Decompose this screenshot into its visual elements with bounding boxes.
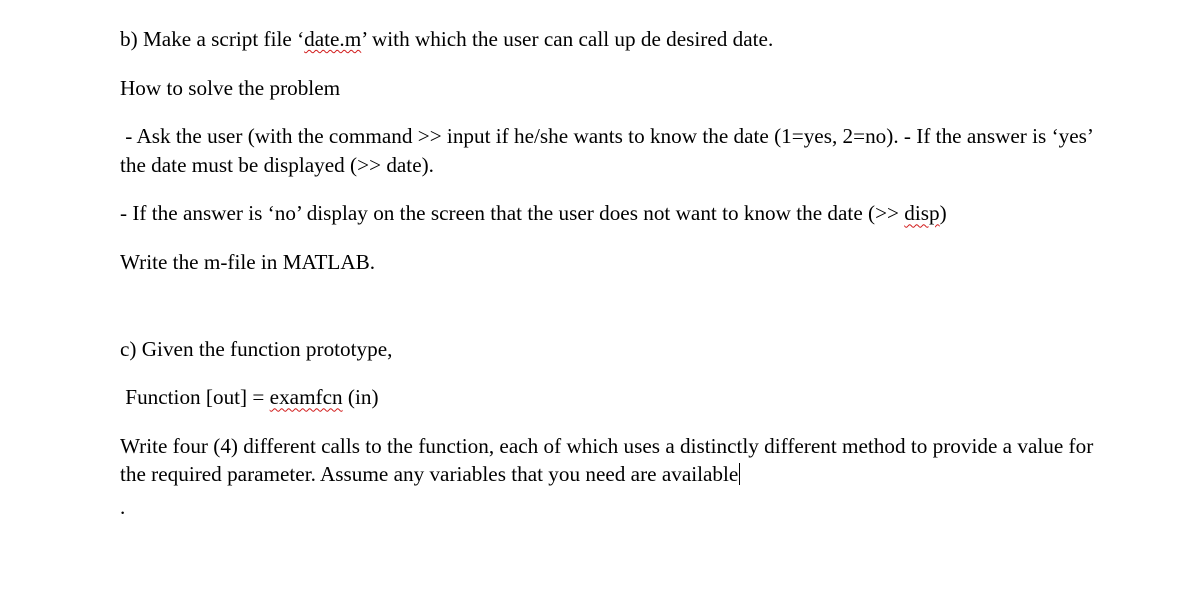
text: How to solve the problem [120,76,340,100]
paragraph-c-task: Write four (4) different calls to the fu… [120,432,1095,489]
paragraph-b-howto: How to solve the problem [120,74,1095,103]
text: - If the answer is ‘no’ display on the s… [120,201,904,225]
paragraph-b-step2: - If the answer is ‘no’ display on the s… [120,199,1095,228]
text: Write four (4) different calls to the fu… [120,434,1093,487]
text: ’ with which the user can call up de des… [361,27,773,51]
text: c) Given the function prototype, [120,337,392,361]
text: b) Make a script file ‘ [120,27,304,51]
text: (in) [343,385,379,409]
text: ) [940,201,947,225]
paragraph-b-step1: - Ask the user (with the command >> inpu… [120,122,1095,179]
paragraph-c-intro: c) Given the function prototype, [120,335,1095,364]
paragraph-c-dot: . [120,493,1095,522]
paragraph-b-intro: b) Make a script file ‘date.m’ with whic… [120,25,1095,54]
paragraph-b-write: Write the m-file in MATLAB. [120,248,1095,277]
document-page: b) Make a script file ‘date.m’ with whic… [0,0,1200,522]
paragraph-c-proto: Function [out] = examfcn (in) [120,383,1095,412]
spellcheck-word: examfcn [270,385,343,409]
text: . [120,495,125,519]
spellcheck-word: disp [904,201,939,225]
text: - Ask the user (with the command >> inpu… [120,124,1092,177]
text: Write the m-file in MATLAB. [120,250,375,274]
text: Function [out] = [120,385,270,409]
text-cursor [739,463,740,485]
spellcheck-word: date.m [304,27,361,51]
